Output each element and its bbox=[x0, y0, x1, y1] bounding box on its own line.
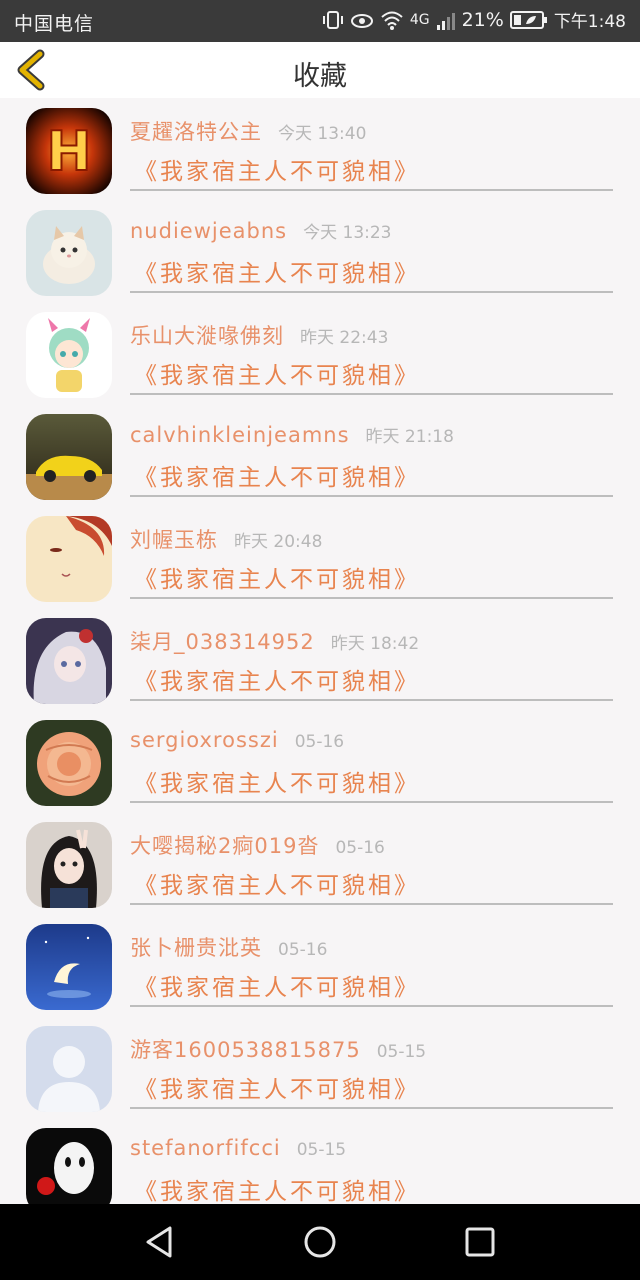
favorites-list[interactable]: H 夏趯洛特公主 今天 13:40 《我家宿主人不可貌相》 nudiewjeabn… bbox=[0, 98, 640, 1204]
user-line: nudiewjeabns 今天 13:23 bbox=[130, 218, 392, 243]
nav-recents-button[interactable] bbox=[458, 1220, 502, 1264]
avatar[interactable] bbox=[26, 312, 112, 398]
list-item[interactable]: 刘幄玉栋 昨天 20:48 《我家宿主人不可貌相》 bbox=[0, 506, 640, 608]
user-line: 刘幄玉栋 昨天 20:48 bbox=[130, 524, 322, 554]
system-nav-bar bbox=[0, 1204, 640, 1280]
divider bbox=[130, 1005, 613, 1007]
username[interactable]: sergioxrosszi bbox=[130, 728, 279, 752]
username[interactable]: 张卜栅贵沘英 bbox=[130, 936, 262, 960]
avatar[interactable] bbox=[26, 414, 112, 500]
username[interactable]: 夏趯洛特公主 bbox=[130, 120, 262, 144]
book-title[interactable]: 《我家宿主人不可貌相》 bbox=[134, 560, 420, 594]
user-line: stefanorfifcci 05-15 bbox=[130, 1136, 346, 1160]
avatar[interactable] bbox=[26, 516, 112, 602]
timestamp: 昨天 18:42 bbox=[330, 634, 420, 654]
avatar[interactable] bbox=[26, 210, 112, 296]
user-line: 夏趯洛特公主 今天 13:40 bbox=[130, 116, 366, 146]
divider bbox=[130, 291, 613, 293]
divider bbox=[130, 903, 613, 905]
book-title[interactable]: 《我家宿主人不可貌相》 bbox=[134, 1070, 420, 1104]
svg-text:H: H bbox=[46, 120, 91, 183]
user-line: 柒月_038314952 昨天 18:42 bbox=[130, 626, 419, 656]
list-item[interactable]: nudiewjeabns 今天 13:23 《我家宿主人不可貌相》 bbox=[0, 200, 640, 302]
book-title[interactable]: 《我家宿主人不可貌相》 bbox=[134, 356, 420, 390]
book-title[interactable]: 《我家宿主人不可貌相》 bbox=[134, 662, 420, 696]
nav-home-button[interactable] bbox=[298, 1220, 342, 1264]
book-title[interactable]: 《我家宿主人不可貌相》 bbox=[134, 254, 420, 288]
divider bbox=[130, 393, 613, 395]
list-item[interactable]: sergioxrosszi 05-16 《我家宿主人不可貌相》 bbox=[0, 710, 640, 812]
book-title[interactable]: 《我家宿主人不可貌相》 bbox=[134, 458, 420, 492]
book-title[interactable]: 《我家宿主人不可貌相》 bbox=[134, 866, 420, 900]
page-title: 收藏 bbox=[293, 61, 347, 92]
list-item[interactable]: calvhinkleinjeamns 昨天 21:18 《我家宿主人不可貌相》 bbox=[0, 404, 640, 506]
square-recents-icon bbox=[465, 1227, 495, 1257]
timestamp: 05-16 bbox=[335, 838, 385, 858]
timestamp: 05-15 bbox=[376, 1042, 427, 1062]
vibrate-icon bbox=[322, 9, 344, 31]
book-title[interactable]: 《我家宿主人不可貌相》 bbox=[134, 968, 420, 1002]
divider bbox=[130, 1107, 613, 1109]
timestamp: 昨天 21:18 bbox=[365, 427, 454, 447]
battery-icon bbox=[509, 9, 548, 31]
user-line: calvhinkleinjeamns 昨天 21:18 bbox=[130, 422, 454, 447]
battery-percent: 21% bbox=[461, 8, 504, 31]
avatar[interactable]: H bbox=[26, 108, 112, 194]
timestamp: 05-15 bbox=[296, 1140, 347, 1160]
timestamp: 05-16 bbox=[294, 732, 345, 752]
timestamp: 昨天 20:48 bbox=[234, 532, 323, 552]
user-line: 游客1600538815875 05-15 bbox=[130, 1034, 426, 1064]
book-title[interactable]: 《我家宿主人不可貌相》 bbox=[134, 152, 420, 186]
list-item[interactable]: 柒月_038314952 昨天 18:42 《我家宿主人不可貌相》 bbox=[0, 608, 640, 710]
avatar[interactable] bbox=[26, 1128, 112, 1204]
signal-icon bbox=[436, 9, 456, 31]
network-type: 4G bbox=[409, 11, 430, 28]
title-bar: 收藏 bbox=[0, 42, 640, 98]
status-icons: 4G 21% 下午1:48 bbox=[322, 7, 626, 32]
username[interactable]: 柒月_038314952 bbox=[130, 630, 315, 654]
list-item[interactable]: 游客1600538815875 05-15 《我家宿主人不可貌相》 bbox=[0, 1016, 640, 1118]
list-item[interactable]: stefanorfifcci 05-15 《我家宿主人不可貌相》 bbox=[0, 1118, 640, 1204]
timestamp: 昨天 22:43 bbox=[300, 328, 389, 348]
timestamp: 今天 13:23 bbox=[303, 223, 392, 243]
list-item[interactable]: 大嘤揭秘2痾019沓 05-16 《我家宿主人不可貌相》 bbox=[0, 812, 640, 914]
avatar[interactable] bbox=[26, 822, 112, 908]
user-line: 大嘤揭秘2痾019沓 05-16 bbox=[130, 830, 385, 860]
divider bbox=[130, 699, 613, 701]
book-title[interactable]: 《我家宿主人不可貌相》 bbox=[134, 1172, 420, 1204]
user-line: 乐山大漇喙佛刻 昨天 22:43 bbox=[130, 320, 388, 350]
username[interactable]: calvhinkleinjeamns bbox=[130, 423, 350, 447]
avatar[interactable] bbox=[26, 618, 112, 704]
clock: 下午1:48 bbox=[553, 12, 626, 32]
status-bar: 中国电信 4G 21% 下午1:48 bbox=[0, 0, 640, 42]
username[interactable]: 游客1600538815875 bbox=[130, 1038, 361, 1062]
username[interactable]: 大嘤揭秘2痾019沓 bbox=[130, 834, 319, 858]
user-line: sergioxrosszi 05-16 bbox=[130, 728, 344, 752]
eye-comfort-icon bbox=[350, 9, 374, 31]
timestamp: 今天 13:40 bbox=[278, 124, 367, 144]
divider bbox=[130, 495, 613, 497]
nav-back-button[interactable] bbox=[138, 1220, 182, 1264]
timestamp: 05-16 bbox=[278, 940, 328, 960]
circle-home-icon bbox=[304, 1226, 336, 1258]
list-item[interactable]: 乐山大漇喙佛刻 昨天 22:43 《我家宿主人不可貌相》 bbox=[0, 302, 640, 404]
triangle-back-icon bbox=[146, 1226, 172, 1258]
user-line: 张卜栅贵沘英 05-16 bbox=[130, 932, 327, 962]
book-title[interactable]: 《我家宿主人不可貌相》 bbox=[134, 764, 420, 798]
avatar[interactable] bbox=[26, 924, 112, 1010]
avatar[interactable] bbox=[26, 1026, 112, 1112]
wifi-icon bbox=[380, 9, 404, 31]
username[interactable]: stefanorfifcci bbox=[130, 1136, 281, 1160]
list-item[interactable]: H 夏趯洛特公主 今天 13:40 《我家宿主人不可貌相》 bbox=[0, 98, 640, 200]
avatar[interactable] bbox=[26, 720, 112, 806]
username[interactable]: 乐山大漇喙佛刻 bbox=[130, 324, 284, 348]
list-item[interactable]: 张卜栅贵沘英 05-16 《我家宿主人不可貌相》 bbox=[0, 914, 640, 1016]
divider bbox=[130, 189, 613, 191]
divider bbox=[130, 801, 613, 803]
divider bbox=[130, 597, 613, 599]
username[interactable]: 刘幄玉栋 bbox=[130, 528, 218, 552]
username[interactable]: nudiewjeabns bbox=[130, 219, 287, 243]
carrier-name: 中国电信 bbox=[14, 13, 95, 35]
